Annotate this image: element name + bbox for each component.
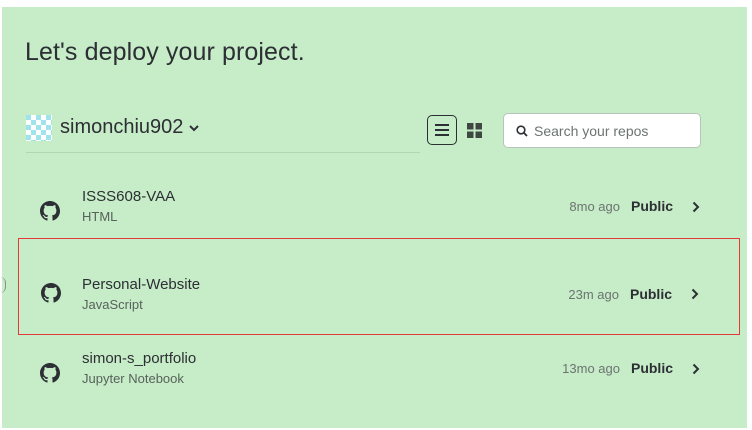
page-title: Let's deploy your project.: [25, 38, 305, 66]
repo-visibility: Public: [630, 198, 673, 214]
chevron-right-icon: [692, 363, 700, 375]
github-icon: [40, 363, 60, 383]
list-view-button[interactable]: [427, 115, 457, 145]
account-selector[interactable]: simonchiu902: [26, 112, 420, 153]
github-icon: [41, 283, 61, 303]
account-name: simonchiu902: [60, 116, 184, 138]
repo-visibility: Public: [629, 286, 672, 302]
chevron-right-icon: [691, 288, 699, 300]
search-box: [503, 113, 701, 148]
repo-row-selected[interactable]: Personal-Website JavaScript 23m ago Publ…: [18, 238, 740, 335]
github-icon: [40, 201, 60, 221]
repo-name: Personal-Website: [82, 276, 201, 293]
chevron-down-icon: [189, 125, 200, 132]
repo-language: Jupyter Notebook: [82, 371, 184, 386]
repo-name: simon-s_portfolio: [82, 350, 197, 367]
search-input[interactable]: [534, 122, 694, 139]
repo-row[interactable]: simon-s_portfolio Jupyter Notebook 13mo …: [2, 335, 747, 415]
repo-updated: 13mo ago: [562, 361, 620, 376]
repo-name: ISSS608-VAA: [82, 188, 176, 205]
grid-view-button[interactable]: [465, 121, 483, 139]
search-icon: [516, 124, 528, 137]
repo-visibility: Public: [630, 360, 673, 376]
repo-updated: 23m ago: [568, 287, 619, 302]
repo-language: HTML: [82, 209, 118, 224]
grid-view-icon: [466, 122, 482, 138]
chevron-right-icon: [692, 201, 700, 213]
repo-updated: 8mo ago: [569, 199, 620, 214]
repo-language: JavaScript: [82, 297, 143, 312]
list-view-icon: [435, 124, 449, 136]
avatar: [26, 115, 52, 141]
